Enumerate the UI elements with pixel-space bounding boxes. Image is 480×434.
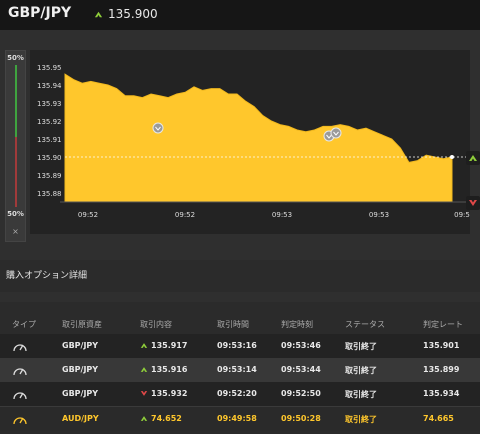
header-bar: GBP/JPY 135.900: [0, 0, 480, 30]
up-arrow-icon: [469, 155, 477, 161]
row-judge-rate: 74.665: [423, 414, 454, 423]
row-status: 取引終了: [345, 342, 377, 351]
table-row[interactable]: AUD/JPY 74.652 09:49:58 09:50:28 取引終了 74.665: [0, 406, 480, 431]
row-judge-time: 09:50:28: [281, 414, 321, 423]
down-arrow-icon: [469, 200, 477, 206]
col-asset: 取引原資産: [62, 320, 102, 329]
trade-marker-icon: [330, 127, 342, 139]
current-price-dot: [450, 155, 454, 159]
table-row[interactable]: GBP/JPY 135.932 09:52:20 09:52:50 取引終了 135.93…: [0, 382, 480, 406]
y-tick-label: 135.93: [37, 100, 62, 108]
sentiment-meter: 50% 50% ×: [5, 50, 26, 242]
col-trade-time: 取引時間: [217, 320, 249, 329]
row-rate: 74.652: [151, 414, 182, 423]
up-arrow-icon: [140, 416, 148, 421]
row-trade-time: 09:52:20: [217, 389, 257, 398]
col-judge-rate: 判定レート: [423, 320, 463, 329]
row-judge-time: 09:53:44: [281, 365, 321, 374]
row-asset: AUD/JPY: [62, 414, 99, 423]
section-divider: [0, 292, 480, 302]
y-tick-label: 135.95: [37, 64, 62, 72]
y-tick-label: 135.94: [37, 82, 62, 90]
x-tick-label: 09:52: [78, 211, 98, 219]
low-button[interactable]: [466, 196, 480, 210]
row-judge-time: 09:53:46: [281, 341, 321, 350]
row-judge-rate: 135.934: [423, 389, 460, 398]
trade-marker-icon: [152, 122, 164, 134]
gauge-icon: [13, 392, 27, 400]
price-value: 135.900: [108, 7, 158, 21]
table-row[interactable]: GBP/JPY 135.917 09:53:16 09:53:46 取引終了 135.90…: [0, 334, 480, 358]
price-chart-svg: 135.95 135.94 135.93 135.92 135.91 135.90 135.…: [37, 64, 470, 219]
gauge-icon: [13, 368, 27, 376]
row-trade-time: 09:53:16: [217, 341, 257, 350]
col-judge-time: 判定時刻: [281, 320, 313, 329]
table-row[interactable]: GBP/JPY 135.916 09:53:14 09:53:44 取引終了 135.89…: [0, 358, 480, 382]
meter-down-percent: 50%: [7, 210, 24, 218]
y-tick-label: 135.91: [37, 136, 62, 144]
y-tick-label: 135.88: [37, 190, 62, 198]
col-status: ステータス: [345, 320, 385, 329]
x-tick-label: 09:52: [175, 211, 195, 219]
down-arrow-icon: [140, 391, 148, 396]
col-type: タイプ: [12, 320, 36, 329]
row-content: 135.917: [140, 341, 187, 350]
up-arrow-icon: [94, 11, 103, 17]
meter-up-percent: 50%: [7, 54, 24, 62]
row-trade-time: 09:53:14: [217, 365, 257, 374]
row-status: 取引終了: [345, 366, 377, 375]
x-tick-label: 09:53: [272, 211, 292, 219]
row-asset: GBP/JPY: [62, 389, 99, 398]
y-tick-label: 135.89: [37, 172, 62, 180]
row-content: 135.932: [140, 389, 187, 398]
y-tick-label: 135.92: [37, 118, 62, 126]
gauge-icon: [13, 417, 27, 425]
pair-title: GBP/JPY: [8, 5, 72, 21]
table-header: タイプ 取引原資産 取引内容 取引時間 判定時刻 ステータス 判定レート: [0, 312, 480, 334]
y-tick-label: 135.90: [37, 154, 62, 162]
row-rate: 135.917: [151, 341, 188, 350]
price-chart: 135.95 135.94 135.93 135.92 135.91 135.90 135.…: [30, 50, 470, 234]
row-asset: GBP/JPY: [62, 341, 99, 350]
section-title: 購入オプション詳細: [6, 271, 88, 281]
row-asset: GBP/JPY: [62, 365, 99, 374]
meter-up-bar: [15, 65, 17, 137]
up-arrow-icon: [140, 343, 148, 348]
row-trade-time: 09:49:58: [217, 414, 257, 423]
col-content: 取引内容: [140, 320, 172, 329]
row-judge-rate: 135.899: [423, 365, 460, 374]
gauge-icon: [13, 344, 27, 352]
row-status: 取引終了: [345, 390, 377, 399]
row-judge-time: 09:52:50: [281, 389, 321, 398]
x-tick-label: 09:53: [369, 211, 389, 219]
current-price: 135.900: [94, 7, 158, 21]
high-button[interactable]: [466, 151, 480, 165]
row-content: 74.652: [140, 414, 182, 423]
meter-down-bar: [15, 137, 17, 207]
row-judge-rate: 135.901: [423, 341, 460, 350]
row-status: 取引終了: [345, 415, 377, 424]
up-arrow-icon: [140, 367, 148, 372]
row-content: 135.916: [140, 365, 187, 374]
row-rate: 135.916: [151, 365, 188, 374]
meter-close-icon[interactable]: ×: [6, 227, 25, 236]
price-area: [64, 73, 453, 203]
x-tick-label: 09:5: [454, 211, 470, 219]
row-rate: 135.932: [151, 389, 188, 398]
